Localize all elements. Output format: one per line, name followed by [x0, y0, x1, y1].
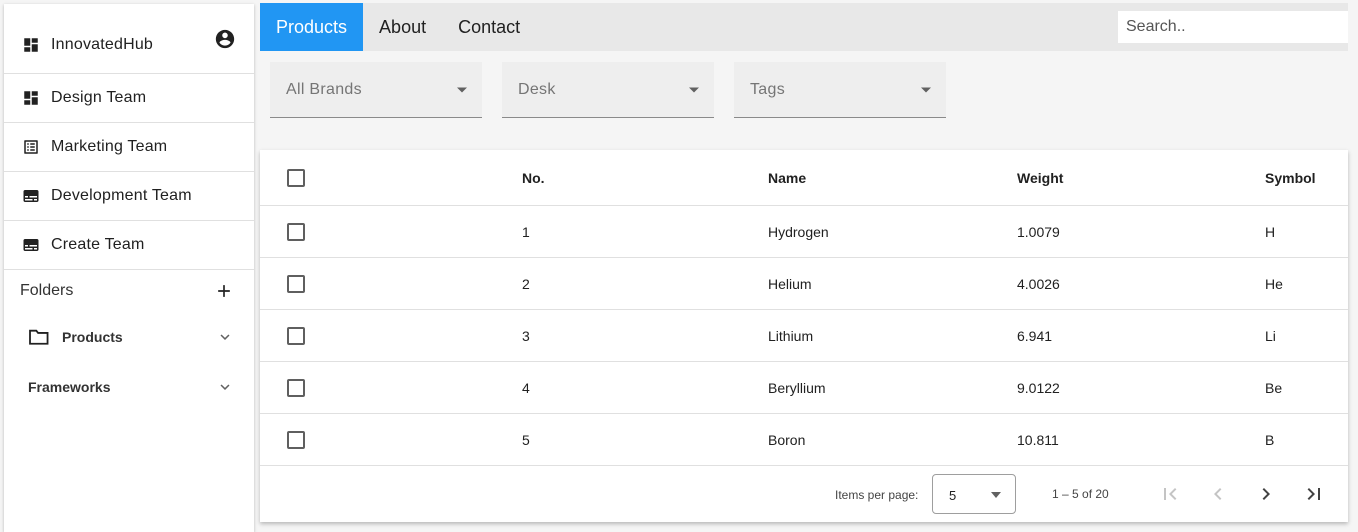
account-circle-icon[interactable] — [214, 28, 236, 50]
cell-no: 4 — [522, 379, 530, 396]
header-no[interactable]: No. — [522, 150, 545, 205]
dropdown-arrow-icon — [920, 86, 932, 94]
chevron-down-icon[interactable] — [216, 378, 234, 396]
cell-no: 3 — [522, 327, 530, 344]
dropdown-arrow-icon — [991, 492, 1001, 498]
filter-label: All Brands — [286, 80, 362, 98]
sidebar-item-app-home[interactable]: InnovatedHub — [4, 4, 254, 74]
tab-contact[interactable]: Contact — [442, 3, 536, 51]
folder-label: Frameworks — [28, 379, 111, 395]
sidebar-item-label: Design Team — [51, 89, 147, 106]
cell-weight: 1.0079 — [1017, 223, 1060, 240]
sidebar-item-marketing-team[interactable]: Marketing Team — [4, 123, 254, 172]
top-nav: Products About Contact — [260, 3, 1348, 51]
row-checkbox[interactable] — [287, 223, 305, 241]
dropdown-arrow-icon — [688, 86, 700, 94]
dashboard-icon — [22, 89, 40, 107]
header-weight[interactable]: Weight — [1017, 150, 1063, 205]
cell-symbol: H — [1265, 223, 1276, 240]
last-page-icon[interactable] — [1302, 482, 1326, 506]
table-row[interactable]: 4 Beryllium 9.0122 Be — [260, 362, 1348, 414]
cell-symbol: B — [1265, 431, 1275, 448]
cell-weight: 9.0122 — [1017, 379, 1060, 396]
cell-symbol: He — [1265, 275, 1283, 292]
sidebar: InnovatedHub Design Team Marketing Team … — [4, 4, 254, 532]
cell-symbol: Li — [1265, 327, 1276, 344]
next-page-icon[interactable] — [1254, 482, 1278, 506]
items-per-page-label: Items per page: — [835, 488, 919, 502]
dropdown-arrow-icon — [456, 86, 468, 94]
row-checkbox[interactable] — [287, 275, 305, 293]
app-name: InnovatedHub — [51, 35, 154, 53]
cell-no: 1 — [522, 223, 530, 240]
chevron-down-icon[interactable] — [216, 328, 234, 346]
folders-label: Folders — [20, 282, 74, 299]
table-row[interactable]: 5 Boron 10.811 B — [260, 414, 1348, 466]
previous-page-icon[interactable] — [1206, 482, 1230, 506]
subtitles-icon — [22, 187, 40, 205]
sidebar-item-design-team[interactable]: Design Team — [4, 74, 254, 123]
row-checkbox[interactable] — [287, 431, 305, 449]
folder-item-frameworks[interactable]: Frameworks — [4, 362, 254, 412]
subtitles-icon — [22, 236, 40, 254]
sidebar-item-create-team[interactable]: Create Team — [4, 221, 254, 270]
cell-weight: 6.941 — [1017, 327, 1053, 344]
cell-name: Helium — [768, 275, 812, 292]
cell-weight: 4.0026 — [1017, 275, 1060, 292]
add-folder-icon[interactable] — [214, 281, 234, 301]
cell-no: 5 — [522, 431, 530, 448]
brand-filter-select[interactable]: All Brands — [270, 62, 482, 118]
sidebar-item-label: Create Team — [51, 236, 145, 253]
row-checkbox[interactable] — [287, 327, 305, 345]
table-row[interactable]: 2 Helium 4.0026 He — [260, 258, 1348, 310]
sidebar-item-label: Development Team — [51, 187, 192, 204]
search-input[interactable] — [1118, 11, 1348, 43]
folder-label: Products — [62, 329, 123, 345]
dashboard-icon — [22, 36, 40, 54]
tab-about[interactable]: About — [363, 3, 442, 51]
tags-filter-select[interactable]: Tags — [734, 62, 946, 118]
sidebar-item-development-team[interactable]: Development Team — [4, 172, 254, 221]
cell-name: Hydrogen — [768, 223, 829, 240]
filter-label: Tags — [750, 80, 785, 98]
cell-no: 2 — [522, 275, 530, 292]
filter-label: Desk — [518, 80, 556, 98]
cell-name: Beryllium — [768, 379, 826, 396]
cell-symbol: Be — [1265, 379, 1283, 396]
folders-header: Folders — [4, 270, 254, 312]
folder-icon — [28, 328, 50, 346]
cell-weight: 10.811 — [1017, 431, 1059, 448]
table-row[interactable]: 1 Hydrogen 1.0079 H — [260, 206, 1348, 258]
table-row[interactable]: 3 Lithium 6.941 Li — [260, 310, 1348, 362]
page-size-select[interactable]: 5 — [932, 474, 1016, 514]
first-page-icon[interactable] — [1158, 482, 1182, 506]
select-all-checkbox[interactable] — [287, 169, 305, 187]
tab-products[interactable]: Products — [260, 3, 364, 51]
header-symbol[interactable]: Symbol — [1265, 150, 1316, 205]
header-name[interactable]: Name — [768, 150, 806, 205]
table-header-row: No. Name Weight Symbol — [260, 150, 1348, 206]
cell-name: Boron — [768, 431, 806, 448]
row-checkbox[interactable] — [287, 379, 305, 397]
folder-item-products[interactable]: Products — [4, 312, 254, 362]
cell-name: Lithium — [768, 327, 814, 344]
desk-filter-select[interactable]: Desk — [502, 62, 714, 118]
page-range-label: 1 – 5 of 20 — [1052, 487, 1109, 501]
sidebar-item-label: Marketing Team — [51, 138, 168, 155]
page-size-value: 5 — [949, 488, 957, 503]
data-table-card: No. Name Weight Symbol 1 Hydrogen 1.0079… — [260, 150, 1348, 522]
list-alt-icon — [22, 138, 40, 156]
